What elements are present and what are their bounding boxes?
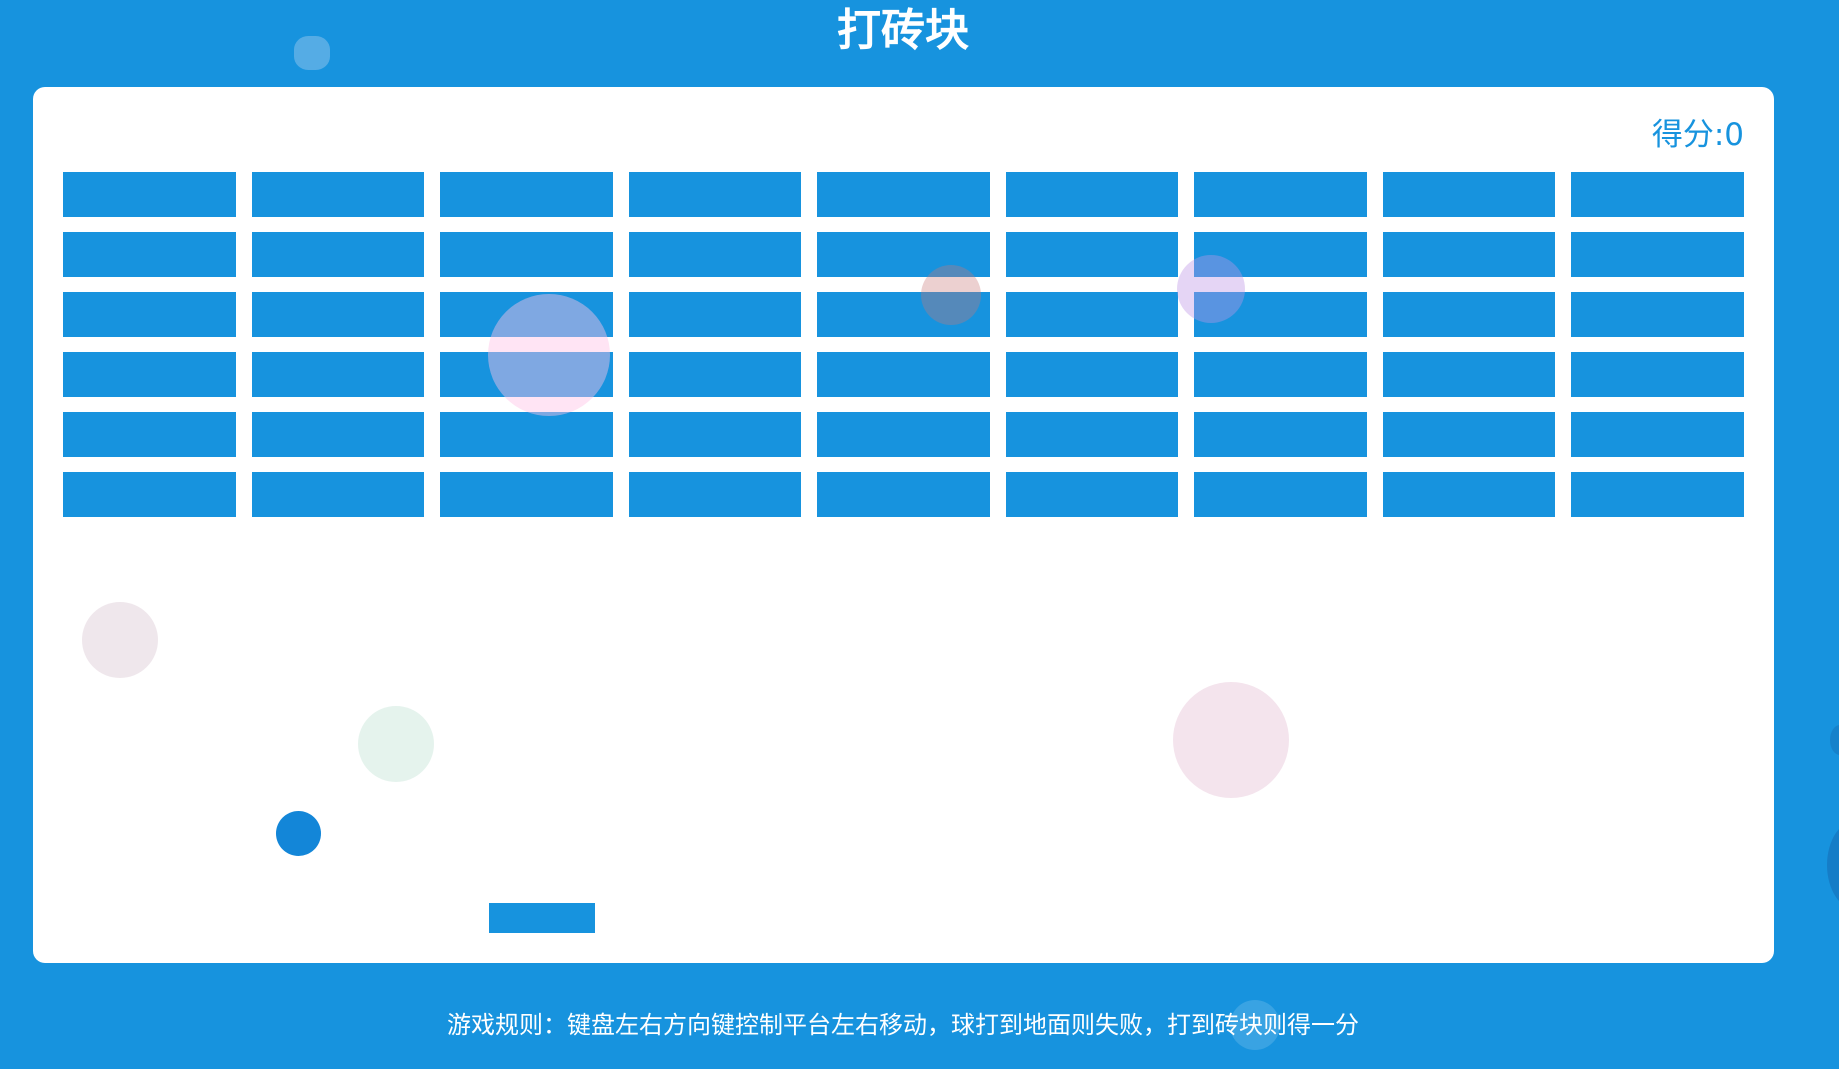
brick (1382, 352, 1556, 397)
brick (628, 352, 802, 397)
brick (817, 412, 990, 457)
brick (440, 472, 613, 517)
game-board[interactable]: 得分:0 (33, 87, 1774, 963)
brick (1194, 352, 1367, 397)
brick (251, 472, 425, 517)
decorative-bubble (921, 265, 981, 325)
brick (63, 412, 236, 457)
brick (1571, 292, 1744, 337)
brick (251, 412, 425, 457)
brick (817, 352, 990, 397)
brick (1571, 412, 1744, 457)
brick (628, 292, 802, 337)
page-title: 打砖块 (837, 5, 969, 56)
paddle[interactable] (489, 903, 595, 933)
brick (628, 412, 802, 457)
game-rules: 游戏规则：键盘左右方向键控制平台左右移动，球打到地面则失败，打到砖块则得一分 (447, 1011, 1359, 1039)
score-display: 得分:0 (1651, 117, 1744, 153)
decorative-bubble (82, 602, 158, 678)
brick (628, 232, 802, 277)
brick (1005, 472, 1179, 517)
background-bubble (1827, 820, 1839, 910)
background-bubble (1830, 725, 1839, 755)
brick (817, 472, 990, 517)
brick (251, 172, 425, 217)
brick (1571, 472, 1744, 517)
brick (1005, 292, 1179, 337)
brick (1571, 172, 1744, 217)
brick (63, 352, 236, 397)
brick (63, 472, 236, 517)
brick (1382, 232, 1556, 277)
brick (1194, 172, 1367, 217)
brick (1005, 232, 1179, 277)
brick (1382, 472, 1556, 517)
brick (1005, 172, 1179, 217)
brick (1382, 412, 1556, 457)
brick (440, 172, 613, 217)
brick (440, 412, 613, 457)
brick (628, 472, 802, 517)
brick (817, 172, 990, 217)
ball (276, 811, 321, 856)
brick (1571, 232, 1744, 277)
decorative-bubble (1177, 255, 1245, 323)
brick (63, 172, 236, 217)
brick (251, 232, 425, 277)
brick (440, 232, 613, 277)
brick (1005, 412, 1179, 457)
brick (1194, 472, 1367, 517)
decorative-bubble (488, 294, 610, 416)
brick (1382, 172, 1556, 217)
brick (1194, 412, 1367, 457)
brick (251, 352, 425, 397)
brick (628, 172, 802, 217)
decorative-bubble (1173, 682, 1289, 798)
brick (1382, 292, 1556, 337)
brick (63, 232, 236, 277)
brick (1005, 352, 1179, 397)
decorative-bubble (358, 706, 434, 782)
brick-grid (63, 172, 1744, 517)
brick (63, 292, 236, 337)
brick (1571, 352, 1744, 397)
brick (251, 292, 425, 337)
